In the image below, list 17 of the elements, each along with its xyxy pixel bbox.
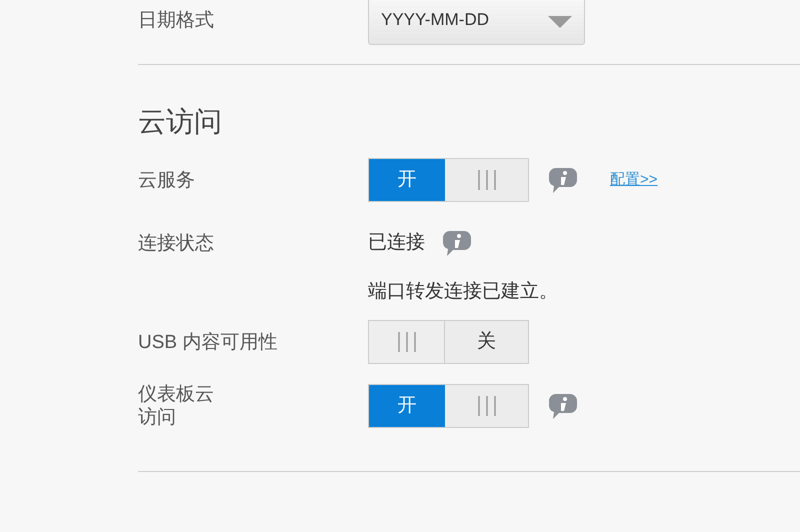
info-icon[interactable]: [548, 392, 578, 420]
toggle-switch[interactable]: 开: [368, 158, 529, 202]
date-format-dropdown[interactable]: YYYY-MM-DD: [368, 0, 585, 45]
section-title: 云访问: [138, 105, 223, 139]
field-label: 仪表板云访问: [138, 383, 215, 429]
toggle-switch[interactable]: 关: [368, 320, 529, 364]
status-text: 端口转发连接已建立。: [368, 280, 558, 304]
field-label: 连接状态: [138, 232, 215, 254]
config-link[interactable]: 配置>>: [610, 168, 658, 192]
status-text: 已连接: [368, 230, 425, 255]
field-label: 日期格式: [138, 8, 215, 33]
toggle-switch[interactable]: 开: [368, 384, 529, 428]
field-label: USB 内容可用性: [138, 330, 278, 354]
field-label: 云服务: [138, 168, 196, 192]
info-icon[interactable]: [548, 166, 578, 194]
caret-icon: [548, 16, 572, 28]
info-icon[interactable]: [442, 229, 472, 257]
